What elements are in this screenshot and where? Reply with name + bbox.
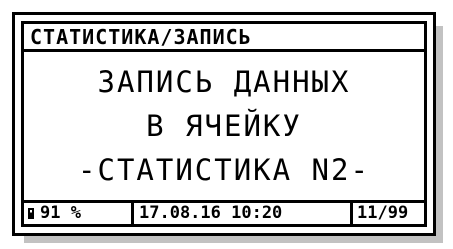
battery-icon [28, 208, 34, 219]
datetime: 17.08.16 10:20 [139, 203, 283, 223]
status-divider [350, 203, 353, 224]
message-line-2: В ЯЧЕЙКУ [146, 109, 302, 143]
screen-header: СТАТИСТИКА/ЗАПИСЬ [24, 24, 424, 52]
lcd-screen: СТАТИСТИКА/ЗАПИСЬ ЗАПИСЬ ДАННЫХ В ЯЧЕЙКУ… [21, 21, 427, 227]
record-counter: 11/99 [357, 203, 409, 223]
battery-percent: 91 % [40, 203, 81, 223]
status-divider [131, 203, 134, 224]
status-bar: 91 % 17.08.16 10:20 11/99 [24, 200, 424, 224]
message-area: ЗАПИСЬ ДАННЫХ В ЯЧЕЙКУ -СТАТИСТИКА N2- [24, 52, 424, 200]
message-line-3: -СТАТИСТИКА N2- [78, 153, 370, 187]
screen-title: СТАТИСТИКА/ЗАПИСЬ [30, 25, 252, 49]
device-panel: СТАТИСТИКА/ЗАПИСЬ ЗАПИСЬ ДАННЫХ В ЯЧЕЙКУ… [12, 12, 436, 236]
message-line-1: ЗАПИСЬ ДАННЫХ [97, 65, 351, 99]
battery-status: 91 % [28, 203, 126, 224]
